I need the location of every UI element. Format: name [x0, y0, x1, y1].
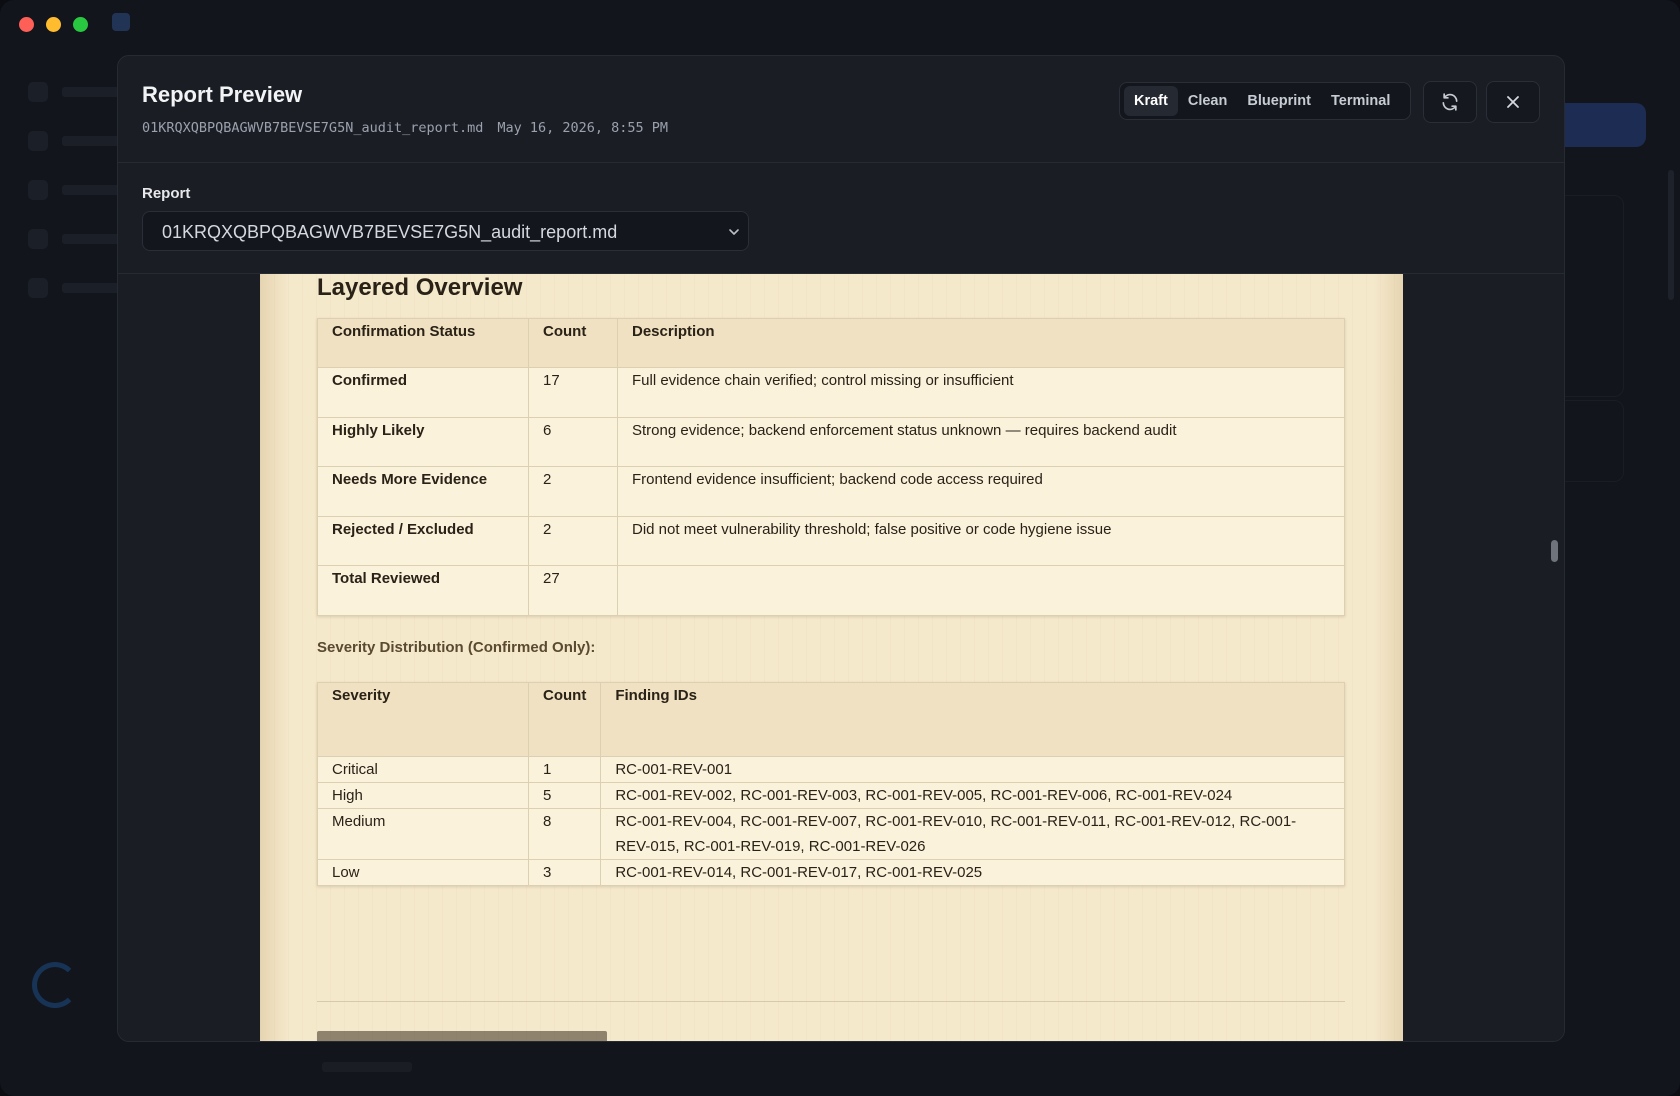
table-row: Low 3 RC-001-REV-014, RC-001-REV-017, RC… — [317, 859, 1345, 886]
confirmation-status-table: Confirmation Status Count Description Co… — [317, 318, 1345, 616]
finding-ids-cell: RC-001-REV-001 — [600, 756, 1345, 783]
theme-kraft-button[interactable]: Kraft — [1124, 86, 1178, 116]
report-file-name: 01KRQXQBPQBAGWVB7BEVSE7G5N_audit_report.… — [142, 120, 484, 136]
close-window-button[interactable] — [19, 17, 34, 32]
table-header-row: Confirmation Status Count Description — [317, 318, 1345, 368]
count-cell: 1 — [527, 756, 602, 783]
minimize-window-button[interactable] — [46, 17, 61, 32]
app-logo-icon — [112, 13, 130, 31]
count-cell: 2 — [528, 515, 618, 566]
count-cell: 5 — [527, 782, 602, 809]
sidebar-item-label — [62, 234, 122, 244]
table-row: Needs More Evidence 2 Frontend evidence … — [317, 466, 1345, 517]
report-picker-section: Report 01KRQXQBPQBAGWVB7BEVSE7G5N_audit_… — [118, 163, 1564, 274]
next-section-heading-cutoff — [317, 1031, 607, 1041]
theme-clean-button[interactable]: Clean — [1178, 86, 1238, 116]
background-scrollbar — [1668, 170, 1674, 300]
sidebar-item-label — [62, 283, 122, 293]
count-cell: 2 — [528, 466, 618, 517]
status-cell: Highly Likely — [317, 416, 529, 467]
table-row: Confirmed 17 Full evidence chain verifie… — [317, 367, 1345, 418]
table-row: Rejected / Excluded 2 Did not meet vulne… — [317, 515, 1345, 566]
modal-header: Report Preview 01KRQXQBPQBAGWVB7BEVSE7G5… — [118, 56, 1564, 163]
report-select[interactable]: 01KRQXQBPQBAGWVB7BEVSE7G5N_audit_report.… — [142, 211, 749, 251]
finding-ids-cell: RC-001-REV-004, RC-001-REV-007, RC-001-R… — [600, 808, 1345, 860]
column-header: Description — [617, 318, 1345, 368]
column-header: Finding IDs — [600, 682, 1345, 757]
description-cell: Did not meet vulnerability threshold; fa… — [617, 515, 1345, 566]
title-bar — [0, 0, 1680, 46]
zoom-window-button[interactable] — [73, 17, 88, 32]
table-row: Medium 8 RC-001-REV-004, RC-001-REV-007,… — [317, 808, 1345, 860]
severity-distribution-table: Severity Count Finding IDs Critical 1 RC… — [317, 682, 1345, 886]
report-meta: 01KRQXQBPQBAGWVB7BEVSE7G5N_audit_report.… — [142, 120, 682, 136]
status-cell: Rejected / Excluded — [317, 515, 529, 566]
close-button[interactable] — [1486, 81, 1540, 123]
sidebar-item-label — [62, 87, 122, 97]
table-row: Total Reviewed 27 — [317, 565, 1345, 616]
finding-ids-cell: RC-001-REV-014, RC-001-REV-017, RC-001-R… — [600, 859, 1345, 886]
section-heading: Layered Overview — [317, 274, 523, 301]
column-header: Count — [528, 318, 618, 368]
severity-cell: Low — [317, 859, 529, 886]
table-header-row: Severity Count Finding IDs — [317, 682, 1345, 757]
theme-terminal-button[interactable]: Terminal — [1321, 86, 1400, 116]
column-header: Severity — [317, 682, 529, 757]
report-preview-modal: Report Preview 01KRQXQBPQBAGWVB7BEVSE7G5… — [117, 55, 1565, 1042]
sidebar-item-icon — [28, 180, 48, 200]
brand-logo-icon — [32, 962, 78, 1008]
count-cell: 6 — [528, 416, 618, 467]
refresh-button[interactable] — [1423, 81, 1477, 123]
sidebar-item-icon — [28, 82, 48, 102]
severity-cell: High — [317, 782, 529, 809]
report-timestamp: May 16, 2026, 8:55 PM — [497, 120, 669, 136]
status-cell: Total Reviewed — [317, 565, 529, 616]
description-cell: Full evidence chain verified; control mi… — [617, 367, 1345, 418]
preview-scrollbar-thumb[interactable] — [1551, 540, 1558, 562]
background-footer-text — [322, 1062, 412, 1072]
severity-cell: Critical — [317, 756, 529, 783]
report-select-value: 01KRQXQBPQBAGWVB7BEVSE7G5N_audit_report.… — [162, 222, 618, 242]
severity-caption: Severity Distribution (Confirmed Only): — [317, 639, 596, 656]
chevron-down-icon — [729, 229, 739, 235]
sidebar-item-label — [62, 185, 122, 195]
sidebar-item-label — [62, 136, 122, 146]
count-cell: 17 — [528, 367, 618, 418]
section-divider — [317, 1001, 1345, 1002]
refresh-icon — [1442, 93, 1458, 111]
table-row: High 5 RC-001-REV-002, RC-001-REV-003, R… — [317, 782, 1345, 809]
finding-ids-cell: RC-001-REV-002, RC-001-REV-003, RC-001-R… — [600, 782, 1345, 809]
description-cell: Frontend evidence insufficient; backend … — [617, 466, 1345, 517]
count-cell: 8 — [527, 808, 602, 860]
severity-cell: Medium — [317, 808, 529, 860]
report-picker-label: Report — [142, 185, 191, 202]
count-cell: 27 — [528, 565, 618, 616]
report-preview-area[interactable]: Layered Overview Confirmation Status Cou… — [118, 274, 1564, 1041]
count-cell: 3 — [527, 859, 602, 886]
close-icon — [1507, 96, 1519, 108]
column-header: Confirmation Status — [317, 318, 529, 368]
modal-title: Report Preview — [142, 82, 303, 107]
status-cell: Needs More Evidence — [317, 466, 529, 517]
sidebar-item-icon — [28, 229, 48, 249]
theme-switcher: Kraft Clean Blueprint Terminal — [1119, 82, 1411, 120]
description-cell — [617, 565, 1345, 616]
app-window: Report Preview 01KRQXQBPQBAGWVB7BEVSE7G5… — [0, 0, 1680, 1096]
table-row: Highly Likely 6 Strong evidence; backend… — [317, 416, 1345, 467]
kraft-paper-document: Layered Overview Confirmation Status Cou… — [260, 274, 1403, 1041]
sidebar-item-icon — [28, 278, 48, 298]
status-cell: Confirmed — [317, 367, 529, 418]
description-cell: Strong evidence; backend enforcement sta… — [617, 416, 1345, 467]
theme-blueprint-button[interactable]: Blueprint — [1237, 86, 1321, 116]
table-row: Critical 1 RC-001-REV-001 — [317, 756, 1345, 783]
sidebar-item-icon — [28, 131, 48, 151]
column-header: Count — [527, 682, 602, 757]
